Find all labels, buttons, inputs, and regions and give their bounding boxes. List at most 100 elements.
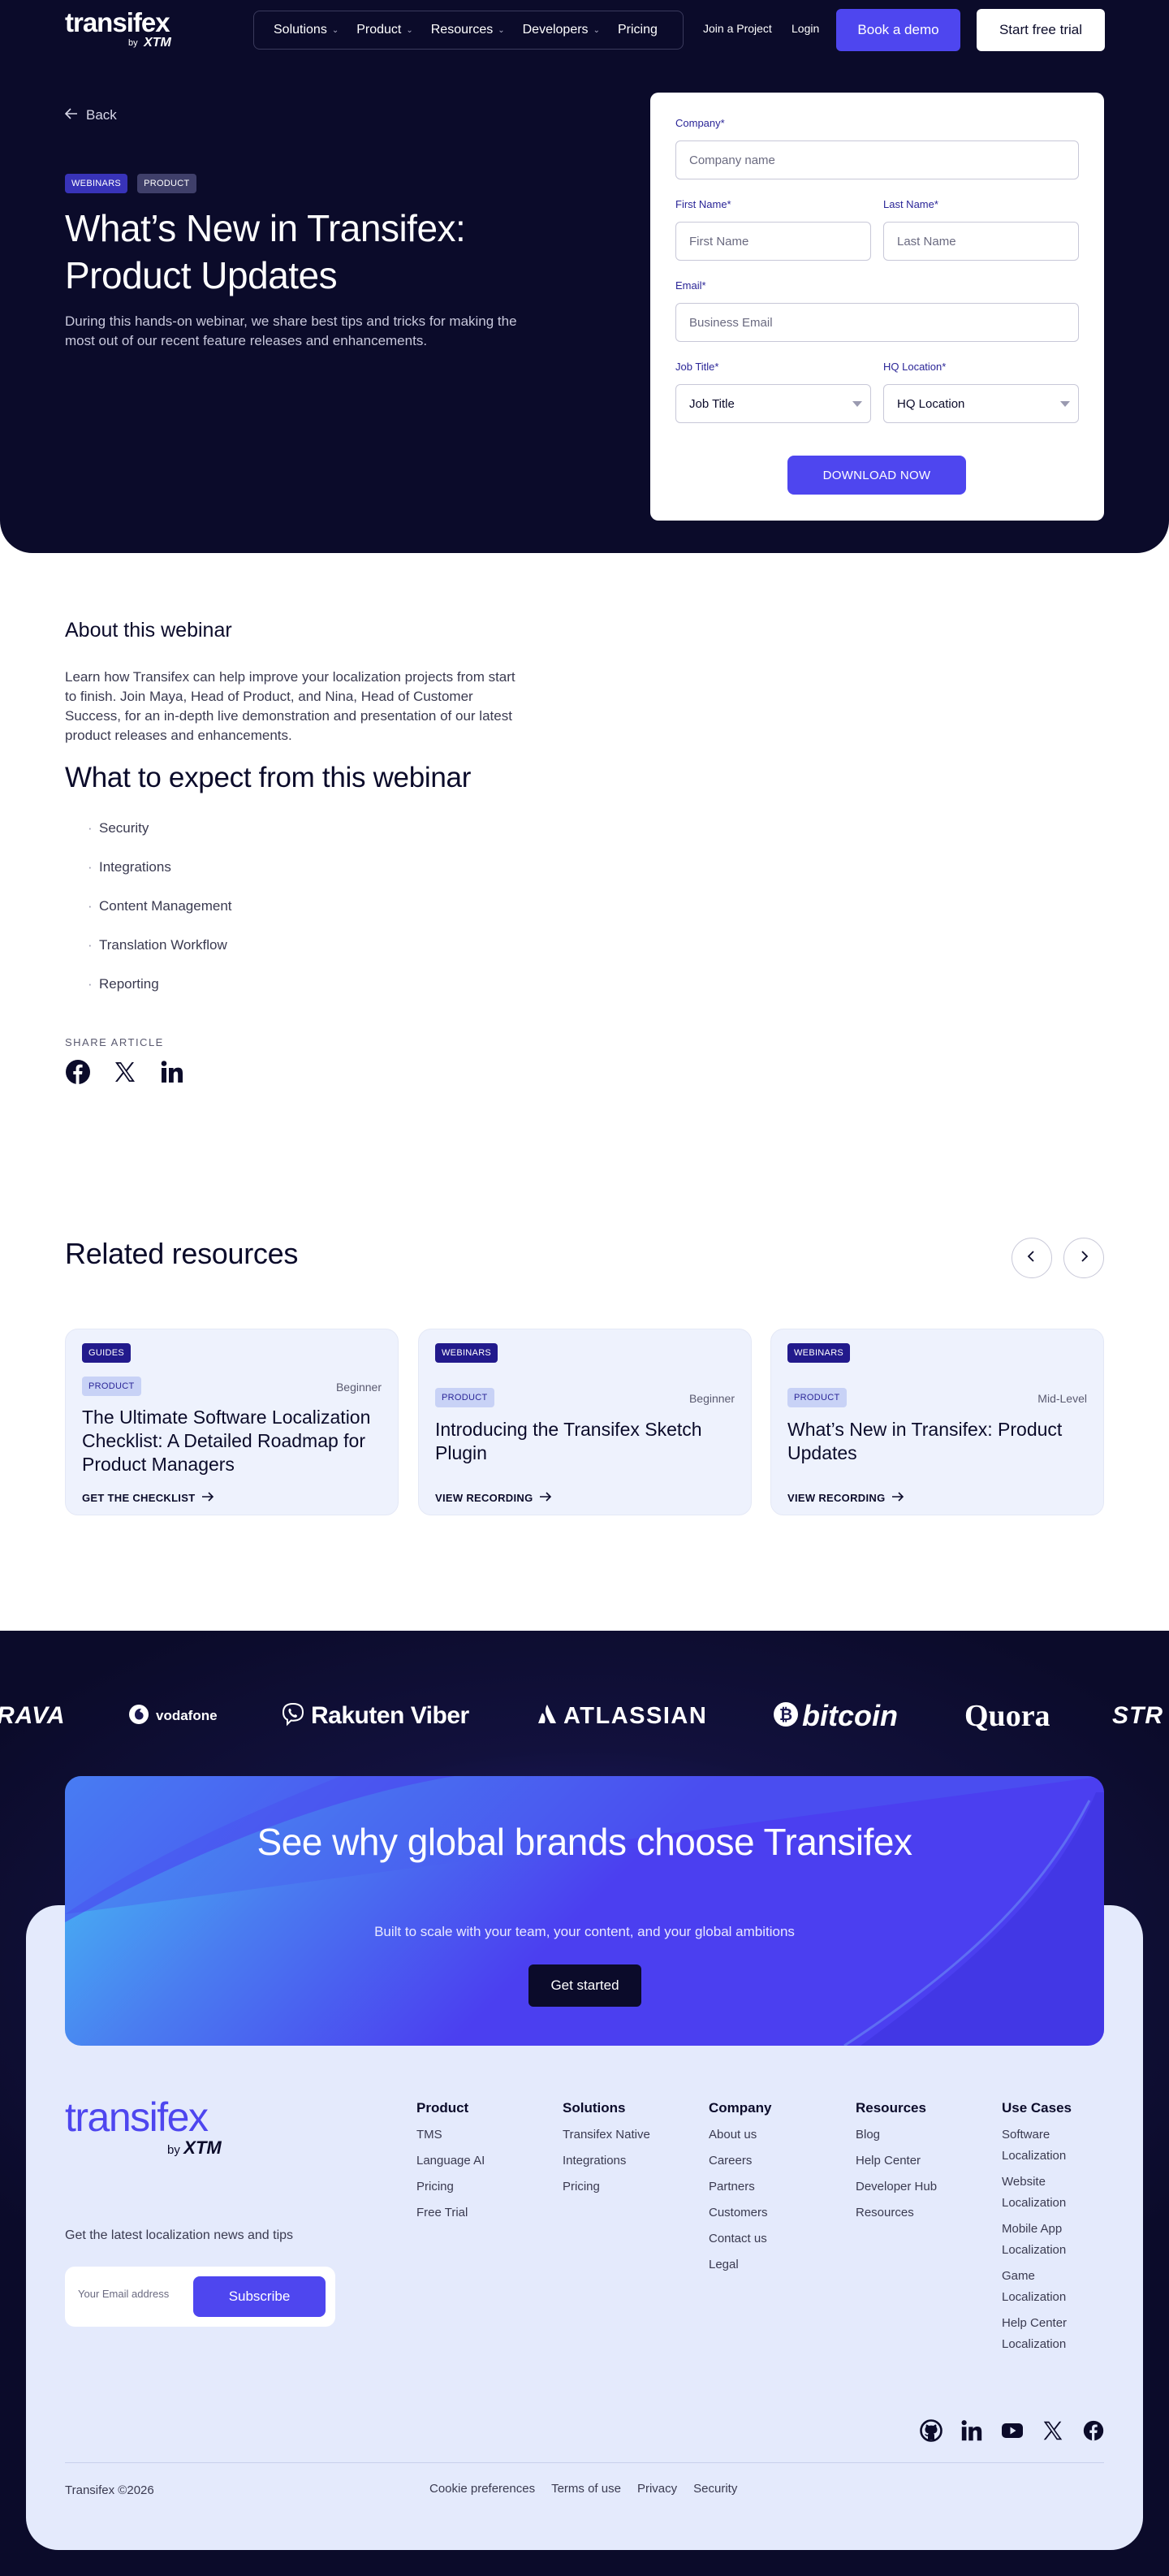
logo[interactable]: transifex by XTM — [65, 9, 171, 50]
hero-section: transifex by XTM Solutions ⌄ Product ⌄ Res… — [0, 0, 1169, 553]
job-title-label: Job Title* — [675, 361, 719, 373]
nav-resources[interactable]: Resources ⌄ — [431, 23, 505, 37]
legal-links: Cookie preferences Terms of use Privacy … — [429, 2482, 737, 2496]
footer-logo-word: transifex — [65, 2094, 209, 2140]
footer-link[interactable]: Customers — [709, 2202, 771, 2224]
nav-developers[interactable]: Developers ⌄ — [523, 23, 600, 37]
logo-strava: RAVA — [0, 1702, 66, 1729]
footer-column-title: Resources — [856, 2100, 926, 2116]
footer-link[interactable]: Developer Hub — [856, 2176, 937, 2198]
footer-link[interactable]: Transifex Native — [563, 2124, 650, 2146]
card-link[interactable]: VIEW RECORDING — [435, 1492, 552, 1504]
expect-title: What to expect from this webinar — [65, 762, 472, 793]
about-title: About this webinar — [65, 619, 232, 642]
footer-link[interactable]: Blog — [856, 2124, 937, 2146]
list-item: Reporting — [88, 976, 232, 1015]
card-tag: WEBINARS — [787, 1343, 851, 1363]
newsletter-email-input[interactable]: Your Email address — [78, 2288, 169, 2300]
logo-atlassian: ATLASSIAN — [537, 1703, 707, 1730]
download-now-button[interactable]: DOWNLOAD NOW — [787, 456, 966, 495]
hero-tags: WEBINARS PRODUCT — [65, 174, 196, 193]
footer-link[interactable]: Resources — [856, 2202, 937, 2224]
cta-banner: See why global brands choose Transifex B… — [65, 1776, 1104, 2046]
github-icon[interactable] — [919, 2418, 943, 2443]
hq-location-select[interactable]: HQ Location — [883, 384, 1079, 423]
footer-link[interactable]: Mobile App Localization — [1002, 2219, 1091, 2261]
privacy-link[interactable]: Privacy — [637, 2482, 677, 2496]
email-field[interactable]: Business Email — [675, 303, 1079, 342]
linkedin-icon[interactable] — [960, 2418, 984, 2443]
list-item: Security — [88, 820, 232, 859]
footer-logo[interactable]: transifex by XTM — [65, 2097, 222, 2159]
tag-product[interactable]: PRODUCT — [137, 174, 196, 193]
footer-link[interactable]: Legal — [709, 2254, 771, 2276]
footer-column-title: Product — [416, 2100, 469, 2116]
footer-link[interactable]: Help Center Localization — [1002, 2313, 1091, 2355]
bitcoin-icon: ₿ — [773, 1701, 799, 1731]
footer-link[interactable]: TMS — [416, 2124, 485, 2146]
footer-link[interactable]: Pricing — [563, 2176, 650, 2198]
footer-link[interactable]: Language AI — [416, 2150, 485, 2172]
company-input[interactable]: Company name — [675, 140, 1079, 179]
resource-card[interactable]: WEBINARS PRODUCT Beginner Introducing th… — [418, 1329, 752, 1515]
footer-link[interactable]: Pricing — [416, 2176, 485, 2198]
chevron-left-icon — [1027, 1250, 1037, 1266]
carousel-next-button[interactable] — [1063, 1238, 1104, 1278]
book-demo-button[interactable]: Book a demo — [836, 9, 960, 51]
resource-card[interactable]: WEBINARS PRODUCT Mid-Level What’s New in… — [770, 1329, 1104, 1515]
nav-pricing[interactable]: Pricing — [618, 23, 658, 37]
facebook-icon[interactable] — [65, 1059, 91, 1085]
security-link[interactable]: Security — [693, 2482, 737, 2496]
download-form: Company* Company name First Name* First … — [650, 93, 1104, 521]
footer-link[interactable]: Contact us — [709, 2228, 771, 2250]
cookie-preferences-link[interactable]: Cookie preferences — [429, 2482, 535, 2496]
login-link[interactable]: Login — [792, 22, 819, 35]
x-icon[interactable] — [1041, 2418, 1065, 2443]
subscribe-button[interactable]: Subscribe — [193, 2276, 326, 2317]
linkedin-icon[interactable] — [159, 1059, 185, 1085]
join-project-link[interactable]: Join a Project — [703, 22, 772, 35]
chevron-down-icon: ⌄ — [593, 25, 600, 35]
carousel-prev-button[interactable] — [1012, 1238, 1052, 1278]
terms-link[interactable]: Terms of use — [551, 2482, 621, 2496]
footer-link[interactable]: Website Localization — [1002, 2172, 1091, 2214]
footer-link[interactable]: Help Center — [856, 2150, 937, 2172]
viber-icon — [280, 1701, 306, 1731]
tag-webinars[interactable]: WEBINARS — [65, 174, 128, 193]
start-trial-button[interactable]: Start free trial — [977, 9, 1105, 51]
nav-solutions[interactable]: Solutions ⌄ — [274, 23, 339, 37]
resource-card[interactable]: GUIDES PRODUCT Beginner The Ultimate Sof… — [65, 1329, 399, 1515]
card-link[interactable]: GET THE CHECKLIST — [82, 1492, 214, 1504]
footer-column-use-cases: Use Cases Software Localization Website … — [1002, 2100, 1091, 2360]
list-item: Content Management — [88, 898, 232, 937]
card-link[interactable]: VIEW RECORDING — [787, 1492, 904, 1504]
last-name-input[interactable]: Last Name — [883, 222, 1079, 261]
footer-link[interactable]: Integrations — [563, 2150, 650, 2172]
first-name-input[interactable]: First Name — [675, 222, 871, 261]
footer-link[interactable]: Software Localization — [1002, 2124, 1091, 2167]
footer-link[interactable]: Game Localization — [1002, 2266, 1091, 2308]
nav-label: Solutions — [274, 23, 327, 37]
main-nav: Solutions ⌄ Product ⌄ Resources ⌄ Developer… — [253, 11, 684, 50]
logo-stripe: STR — [1112, 1702, 1163, 1729]
back-link[interactable]: Back — [64, 107, 117, 123]
logo-quora: Quora — [964, 1699, 1050, 1733]
newsletter-label: Get the latest localization news and tip… — [65, 2228, 294, 2242]
card-product-tag: PRODUCT — [82, 1377, 141, 1396]
facebook-icon[interactable] — [1081, 2418, 1106, 2443]
expect-list: Security Integrations Content Management… — [88, 820, 232, 1015]
nav-label: Resources — [430, 23, 494, 37]
copyright: Transifex ©2026 — [65, 2483, 154, 2497]
job-title-select[interactable]: Job Title — [675, 384, 871, 423]
svg-text:₿: ₿ — [779, 1706, 792, 1724]
card-title: What’s New in Transifex: Product Updates — [787, 1419, 1063, 1463]
footer-link[interactable]: Partners — [709, 2176, 771, 2198]
youtube-icon[interactable] — [1000, 2418, 1024, 2443]
nav-product[interactable]: Product ⌄ — [356, 23, 413, 37]
x-icon[interactable] — [112, 1059, 138, 1085]
footer-link[interactable]: About us — [709, 2124, 771, 2146]
footer-link[interactable]: Free Trial — [416, 2202, 485, 2224]
footer-link[interactable]: Careers — [709, 2150, 771, 2172]
card-link-label: VIEW RECORDING — [787, 1492, 886, 1504]
get-started-button[interactable]: Get started — [528, 1964, 641, 2007]
